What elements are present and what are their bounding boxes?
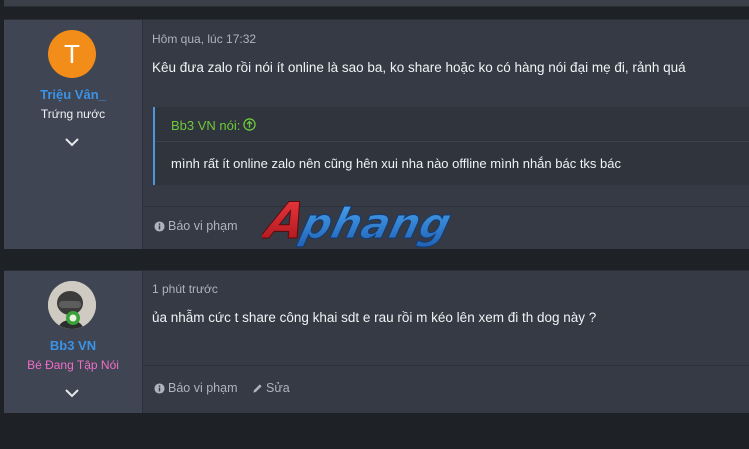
arrow-up-circle-icon[interactable] (243, 118, 256, 131)
report-button[interactable]: Báo vi phạm (154, 381, 237, 395)
avatar[interactable]: T (48, 30, 96, 78)
report-button[interactable]: Báo vi phạm (154, 219, 237, 233)
avatar-image (48, 281, 96, 329)
aphang-watermark-logo: A phang (262, 192, 457, 250)
quote-header: Bb3 VN nói: (155, 107, 749, 142)
username[interactable]: Triệu Vân_ (4, 87, 142, 102)
edit-label: Sửa (266, 381, 290, 395)
avatar[interactable] (48, 281, 96, 329)
chevron-down-icon[interactable] (64, 387, 80, 399)
previous-post-edge (4, 0, 749, 7)
quote-block: Bb3 VN nói: mình rất ít online zalo nên … (153, 107, 749, 185)
post-message: Kêu đưa zalo rồi nói ít online là sao ba… (152, 60, 686, 75)
svg-text:phang: phang (295, 200, 456, 249)
quote-text: mình rất ít online zalo nên cũng hên xui… (171, 156, 622, 171)
post-bb3-vn: Bb3 VN Bé Đang Tập Nói 1 phút trước ủa n… (4, 270, 749, 413)
info-circle-icon (154, 220, 165, 232)
post-time[interactable]: Hôm qua, lúc 17:32 (152, 32, 256, 46)
user-panel: Bb3 VN Bé Đang Tập Nói (4, 271, 143, 413)
pencil-icon (253, 383, 262, 393)
post-actions: Báo vi phạm Sửa (143, 365, 749, 413)
username[interactable]: Bb3 VN (4, 338, 142, 353)
user-panel: T Triệu Vân_ Trứng nước (4, 20, 143, 249)
post-message: ủa nhẫm cức t share công khai sdt e rau … (152, 310, 597, 325)
info-circle-icon (154, 382, 165, 394)
edit-button[interactable]: Sửa (252, 381, 290, 395)
user-title: Trứng nước (40, 107, 106, 121)
post-time[interactable]: 1 phút trước (152, 282, 218, 296)
report-label: Báo vi phạm (168, 219, 238, 233)
chevron-down-icon[interactable] (64, 136, 80, 148)
quote-author[interactable]: Bb3 VN nói: (171, 118, 240, 133)
report-label: Báo vi phạm (168, 381, 238, 395)
user-title: Bé Đang Tập Nói (27, 358, 119, 372)
